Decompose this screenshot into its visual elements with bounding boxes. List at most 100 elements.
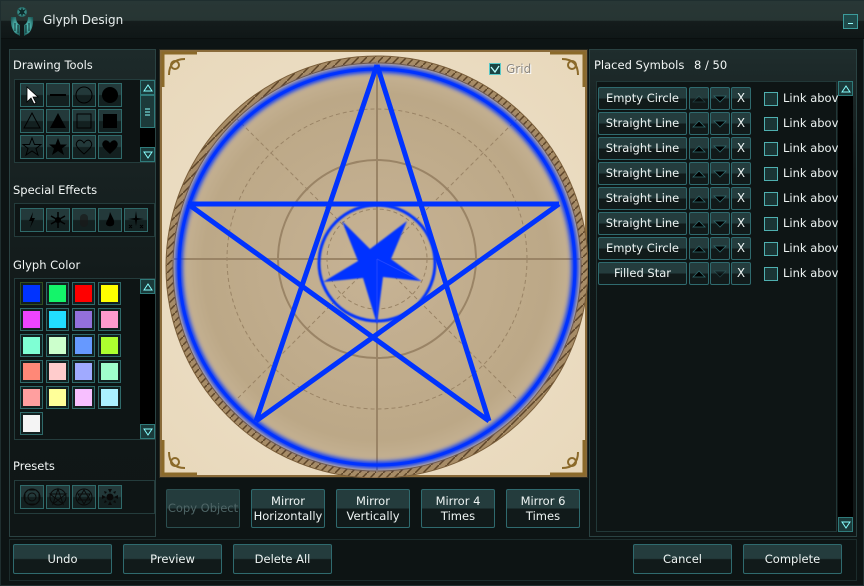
effect-flame-button[interactable]	[98, 208, 122, 232]
color-swatch[interactable]	[46, 360, 69, 383]
preset-1-button[interactable]	[20, 485, 44, 509]
placed-symbols-scrollbar[interactable]	[838, 81, 853, 532]
move-up-button[interactable]	[689, 237, 709, 260]
scroll-thumb[interactable]	[140, 95, 155, 128]
mirror-vertically-button[interactable]: Mirror Vertically	[336, 489, 410, 528]
color-swatch[interactable]	[72, 282, 95, 305]
tool-empty-triangle-button[interactable]	[20, 109, 44, 133]
move-up-button[interactable]	[689, 112, 709, 135]
tool-filled-star-button[interactable]	[46, 135, 70, 159]
color-swatch[interactable]	[72, 360, 95, 383]
tool-filled-triangle-button[interactable]	[46, 109, 70, 133]
drawing-tools-scrollbar[interactable]	[140, 80, 155, 162]
color-swatch[interactable]	[72, 386, 95, 409]
color-swatch[interactable]	[98, 386, 121, 409]
move-down-button[interactable]	[710, 112, 730, 135]
move-up-button[interactable]	[689, 162, 709, 185]
symbol-select-button[interactable]: Straight Line	[598, 162, 687, 185]
scroll-down-button[interactable]	[140, 147, 155, 162]
link-above-checkbox[interactable]	[764, 267, 778, 281]
delete-symbol-button[interactable]: X	[731, 212, 751, 235]
link-above-checkbox[interactable]	[764, 92, 778, 106]
tool-empty-heart-button[interactable]	[72, 135, 96, 159]
preset-4-button[interactable]	[98, 485, 122, 509]
preset-3-button[interactable]	[72, 485, 96, 509]
tool-empty-circle-button[interactable]	[72, 83, 96, 107]
color-swatch[interactable]	[46, 308, 69, 331]
move-down-button[interactable]	[710, 237, 730, 260]
color-swatch[interactable]	[46, 334, 69, 357]
move-down-button[interactable]	[710, 262, 730, 285]
move-down-button[interactable]	[710, 162, 730, 185]
symbol-select-button[interactable]: Filled Star	[598, 262, 687, 285]
link-above-checkbox[interactable]	[764, 242, 778, 256]
mirror-horizontally-button[interactable]: Mirror Horizontally	[251, 489, 325, 528]
symbol-select-button[interactable]: Straight Line	[598, 112, 687, 135]
symbol-select-button[interactable]: Empty Circle	[598, 87, 687, 110]
effect-lightning-button[interactable]	[20, 208, 44, 232]
preview-button[interactable]: Preview	[123, 544, 222, 574]
color-swatch[interactable]	[20, 308, 43, 331]
symbol-select-button[interactable]: Straight Line	[598, 212, 687, 235]
scroll-up-button[interactable]	[838, 81, 853, 96]
move-up-button[interactable]	[689, 262, 709, 285]
effect-glow-button[interactable]	[72, 208, 96, 232]
delete-symbol-button[interactable]: X	[731, 237, 751, 260]
color-swatch[interactable]	[20, 282, 43, 305]
move-up-button[interactable]	[689, 137, 709, 160]
tool-empty-star-button[interactable]	[20, 135, 44, 159]
color-swatch[interactable]	[46, 386, 69, 409]
scroll-down-button[interactable]	[838, 517, 853, 532]
scroll-up-button[interactable]	[140, 279, 155, 294]
color-swatch[interactable]	[20, 412, 43, 435]
scroll-down-button[interactable]	[140, 424, 155, 439]
tool-empty-square-button[interactable]	[72, 109, 96, 133]
color-swatch[interactable]	[98, 360, 121, 383]
grid-checkbox[interactable]	[489, 63, 501, 75]
move-down-button[interactable]	[710, 187, 730, 210]
delete-symbol-button[interactable]: X	[731, 87, 751, 110]
color-swatch[interactable]	[72, 334, 95, 357]
symbol-select-button[interactable]: Straight Line	[598, 137, 687, 160]
effect-sparkle-button[interactable]	[124, 208, 148, 232]
mirror-4-times-button[interactable]: Mirror 4 Times	[421, 489, 495, 528]
color-swatch[interactable]	[46, 282, 69, 305]
minimize-button[interactable]	[843, 14, 858, 29]
glyph-color-scrollbar[interactable]	[140, 279, 155, 439]
tool-filled-circle-button[interactable]	[98, 83, 122, 107]
complete-button[interactable]: Complete	[743, 544, 842, 574]
scroll-up-button[interactable]	[140, 80, 155, 95]
symbol-select-button[interactable]: Empty Circle	[598, 237, 687, 260]
color-swatch[interactable]	[72, 308, 95, 331]
cancel-button[interactable]: Cancel	[633, 544, 732, 574]
delete-symbol-button[interactable]: X	[731, 262, 751, 285]
delete-symbol-button[interactable]: X	[731, 187, 751, 210]
grid-toggle[interactable]: Grid	[489, 62, 531, 76]
color-swatch[interactable]	[20, 386, 43, 409]
move-down-button[interactable]	[710, 137, 730, 160]
color-swatch[interactable]	[20, 360, 43, 383]
link-above-checkbox[interactable]	[764, 217, 778, 231]
color-swatch[interactable]	[98, 308, 121, 331]
preset-2-button[interactable]	[46, 485, 70, 509]
tool-straight-line-button[interactable]	[46, 83, 70, 107]
symbol-select-button[interactable]: Straight Line	[598, 187, 687, 210]
color-swatch[interactable]	[20, 334, 43, 357]
move-up-button[interactable]	[689, 87, 709, 110]
effect-snowflake-button[interactable]	[46, 208, 70, 232]
glyph-canvas-drawing[interactable]	[159, 49, 588, 478]
title-bar[interactable]: Glyph Design	[1, 1, 864, 39]
link-above-checkbox[interactable]	[764, 192, 778, 206]
delete-all-button[interactable]: Delete All	[233, 544, 332, 574]
link-above-checkbox[interactable]	[764, 167, 778, 181]
undo-button[interactable]: Undo	[13, 544, 112, 574]
delete-symbol-button[interactable]: X	[731, 112, 751, 135]
tool-filled-square-button[interactable]	[98, 109, 122, 133]
color-swatch[interactable]	[98, 282, 121, 305]
color-swatch[interactable]	[98, 334, 121, 357]
tool-select-button[interactable]	[20, 83, 44, 107]
delete-symbol-button[interactable]: X	[731, 137, 751, 160]
move-down-button[interactable]	[710, 87, 730, 110]
link-above-checkbox[interactable]	[764, 142, 778, 156]
glyph-canvas[interactable]: Grid	[159, 49, 588, 478]
